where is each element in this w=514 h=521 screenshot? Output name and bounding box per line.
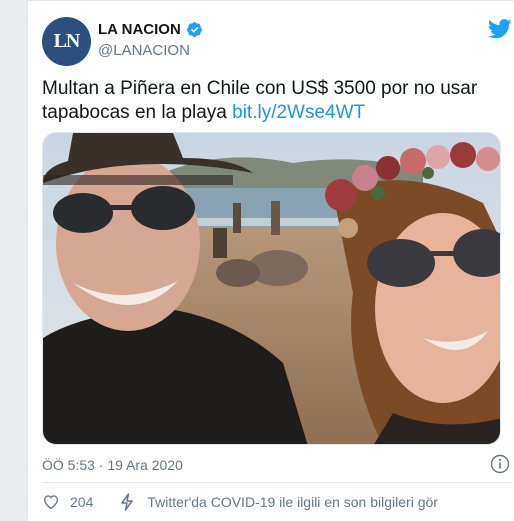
tweet-card[interactable]: LN LA NACION @LANACION Multan a Piñera e… <box>27 0 514 521</box>
verified-badge-icon <box>186 22 202 37</box>
covid-info-link[interactable]: Twitter'da COVID-19 ile ilgili en son bi… <box>147 494 438 510</box>
like-count[interactable]: 204 <box>70 494 93 510</box>
tweet-text: Multan a Piñera en Chile con US$ 3500 po… <box>42 77 502 125</box>
heart-icon[interactable] <box>42 493 60 511</box>
account-name-row[interactable]: LA NACION <box>98 21 203 38</box>
twitter-bird-icon[interactable] <box>488 19 512 39</box>
tweet-photo[interactable] <box>42 132 501 445</box>
tweet-link[interactable]: bit.ly/2Wse4WT <box>232 102 365 123</box>
tweet-timestamp[interactable]: ÖÖ 5:53 · 19 Ara 2020 <box>42 457 183 473</box>
info-icon[interactable] <box>490 454 510 474</box>
beach-selfie-image <box>43 133 500 444</box>
account-name[interactable]: LA NACION <box>98 21 181 38</box>
tweet-footer: 204 Twitter'da COVID-19 ile ilgili en so… <box>42 493 438 511</box>
avatar-logo-text: LN <box>53 30 81 52</box>
account-handle[interactable]: @LANACION <box>98 42 190 59</box>
avatar[interactable]: LN <box>42 17 91 66</box>
lightning-bolt-icon <box>121 493 134 511</box>
divider <box>42 482 512 483</box>
